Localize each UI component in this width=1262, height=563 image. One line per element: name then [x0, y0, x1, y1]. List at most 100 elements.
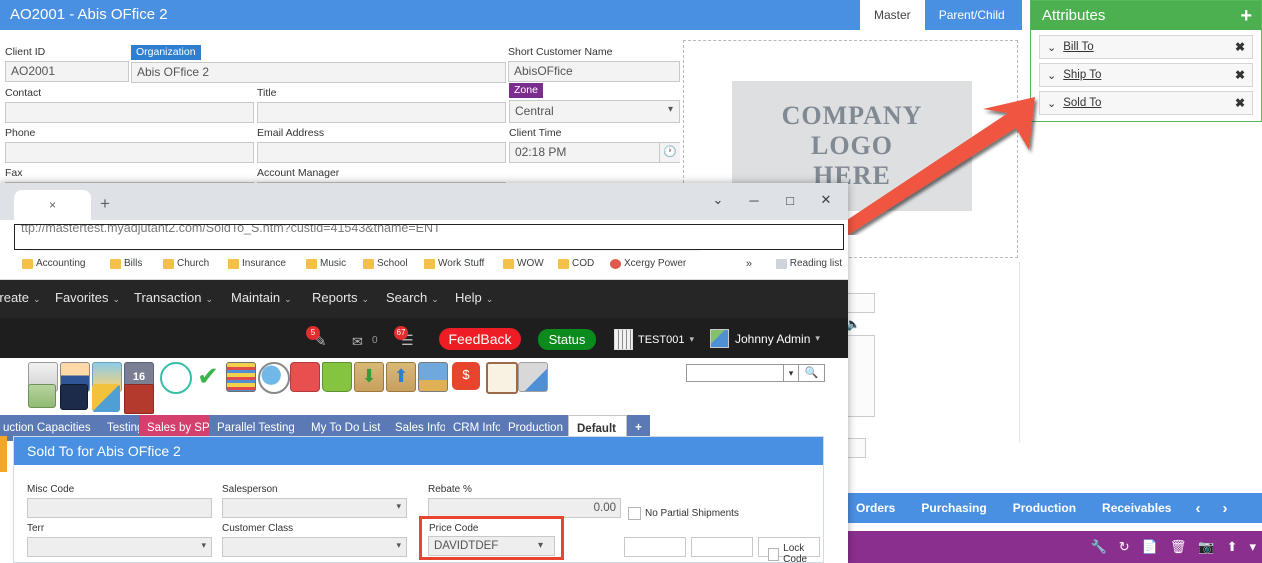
price-code-select[interactable]: DAVIDTDEF — [428, 536, 555, 556]
close-window-button[interactable]: ✕ — [808, 187, 844, 213]
attribute-link-ship-to[interactable]: Ship To — [1063, 69, 1235, 81]
refresh-icon[interactable]: ↻ — [1113, 539, 1136, 555]
phone-input[interactable] — [5, 142, 254, 163]
upload-outbox-icon[interactable]: ⬆ — [386, 362, 416, 392]
comment-dollar-icon[interactable]: $ — [452, 362, 480, 390]
cash-icon[interactable] — [28, 384, 56, 408]
checkbox-icon[interactable] — [768, 547, 780, 561]
clock-icon[interactable] — [160, 362, 192, 394]
contact-input[interactable] — [5, 102, 254, 123]
camera-icon[interactable]: 📷 — [1192, 539, 1220, 555]
bookmark-school[interactable]: School — [363, 258, 408, 269]
chevron-down-icon[interactable]: ▾ — [784, 364, 799, 382]
menu-reports[interactable]: Reports ⌄ — [312, 290, 369, 305]
attribute-link-bill-to[interactable]: Bill To — [1063, 41, 1235, 53]
wrench-icon[interactable]: 🔧 — [1085, 539, 1113, 555]
trash-icon[interactable] — [322, 362, 352, 392]
money-screen-icon[interactable] — [418, 362, 448, 392]
rebate-input[interactable]: 0.00 — [428, 498, 621, 518]
abc-input-1[interactable] — [624, 537, 686, 557]
address-bar-overlay[interactable]: ttp://mastertest.myadjutant2.com/SoldTo_… — [14, 224, 844, 250]
tab-search-icon[interactable]: ⌄ — [700, 187, 736, 213]
minimize-button[interactable]: ─ — [736, 187, 772, 213]
ledger-icon[interactable] — [226, 362, 256, 392]
zone-select[interactable]: Central — [509, 100, 680, 123]
bottom-nav-purchasing[interactable]: Purchasing — [908, 501, 999, 515]
bookmark-music[interactable]: Music — [306, 258, 346, 269]
attribute-row-sold-to[interactable]: ⌄ Sold To ✖ — [1039, 91, 1253, 115]
chevron-right-icon[interactable]: › — [1211, 500, 1238, 517]
bookmark-work-stuff[interactable]: Work Stuff — [424, 258, 484, 269]
reading-list-button[interactable]: Reading list — [775, 258, 842, 269]
salesperson-select[interactable] — [222, 498, 407, 518]
search-globe-icon[interactable] — [258, 362, 290, 394]
chevron-down-icon[interactable]: ⌄ — [1047, 97, 1056, 110]
menu-help[interactable]: Help ⌄ — [455, 290, 493, 305]
download-inbox-icon[interactable]: ⬇ — [354, 362, 384, 392]
clipboard-icon[interactable] — [486, 362, 518, 394]
chevron-down-icon[interactable]: ▾ — [1243, 539, 1262, 555]
browser-tab[interactable]: × — [14, 190, 91, 220]
bookmark-bills[interactable]: Bills — [110, 258, 142, 269]
title-input[interactable] — [257, 102, 506, 123]
trash-icon[interactable]: 🗑 — [1164, 539, 1193, 555]
terr-select[interactable] — [27, 537, 212, 557]
client-time-input[interactable]: 02:18 PM — [509, 142, 680, 163]
menu-favorites[interactable]: Favorites ⌄ — [55, 290, 120, 305]
attribute-row-bill-to[interactable]: ⌄ Bill To ✖ — [1039, 35, 1253, 59]
truck-icon[interactable] — [290, 362, 320, 392]
package-icon[interactable] — [124, 384, 154, 414]
chevron-left-icon[interactable]: ‹ — [1184, 500, 1211, 517]
add-attribute-button[interactable]: + — [1240, 6, 1252, 26]
upload-icon[interactable]: ⬆ — [1221, 539, 1244, 555]
bottom-nav-production[interactable]: Production — [1000, 501, 1089, 515]
remove-attribute-icon[interactable]: ✖ — [1235, 96, 1245, 110]
organization-input[interactable]: Abis OFfice 2 — [131, 62, 506, 83]
bookmarks-overflow-icon[interactable]: » — [746, 258, 752, 270]
user-menu[interactable]: Johnny Admin ▾ — [710, 329, 820, 348]
bookmark-church[interactable]: Church — [163, 258, 209, 269]
bookmark-cod[interactable]: COD — [558, 258, 594, 269]
clock-icon[interactable]: 🕐 — [659, 142, 680, 163]
remove-attribute-icon[interactable]: ✖ — [1235, 68, 1245, 82]
email-address-input[interactable] — [257, 142, 506, 163]
short-customer-name-input[interactable]: AbisOFfice — [508, 61, 680, 82]
menu-create[interactable]: Create⌄ — [0, 290, 41, 305]
globe-thermo-icon[interactable] — [60, 384, 88, 410]
bottom-nav-orders[interactable]: Orders — [843, 501, 908, 515]
chevron-down-icon[interactable]: ⌄ — [1047, 41, 1056, 54]
maximize-button[interactable]: □ — [772, 187, 808, 213]
company-selector[interactable]: TEST001 ▾ — [614, 329, 694, 350]
bottom-nav-receivables[interactable]: Receivables — [1089, 501, 1184, 515]
new-tab-button[interactable]: + — [100, 195, 110, 212]
tab-master[interactable]: Master — [860, 0, 925, 30]
swap-icon[interactable] — [92, 384, 120, 412]
attribute-link-sold-to[interactable]: Sold To — [1063, 97, 1235, 109]
bookmark-xcergy-power[interactable]: Xcergy Power — [610, 258, 686, 269]
check-icon[interactable]: ✔ — [194, 362, 222, 390]
menu-search[interactable]: Search ⌄ — [386, 290, 439, 305]
search-icon[interactable]: 🔍 — [799, 364, 825, 382]
client-id-input[interactable]: AO2001 — [5, 61, 129, 82]
bookmark-accounting[interactable]: Accounting — [22, 258, 85, 269]
copy-icon[interactable]: 📄 — [1136, 539, 1164, 555]
menu-maintain[interactable]: Maintain ⌄ — [231, 290, 292, 305]
feedback-button[interactable]: FeedBack — [439, 328, 521, 350]
misc-code-input[interactable] — [27, 498, 212, 518]
customer-class-select[interactable] — [222, 537, 407, 557]
chevron-down-icon[interactable]: ⌄ — [1047, 69, 1056, 82]
menu-transaction[interactable]: Transaction ⌄ — [134, 290, 213, 305]
status-button[interactable]: Status — [538, 329, 596, 350]
close-icon[interactable]: × — [49, 198, 56, 212]
mail-icon[interactable]: ✉ — [352, 334, 363, 350]
attribute-row-ship-to[interactable]: ⌄ Ship To ✖ — [1039, 63, 1253, 87]
checkbox-lock-code[interactable]: Lock Code — [768, 543, 823, 563]
search-input[interactable] — [686, 364, 784, 382]
pencil-note-icon[interactable] — [518, 362, 548, 392]
bookmark-wow[interactable]: WOW — [503, 258, 544, 269]
tab-parent-child[interactable]: Parent/Child — [924, 0, 1019, 30]
remove-attribute-icon[interactable]: ✖ — [1235, 40, 1245, 54]
checkbox-icon[interactable] — [628, 507, 641, 520]
abc-input-2[interactable] — [691, 537, 753, 557]
checkbox-no-partial-shipments[interactable]: No Partial Shipments — [628, 507, 739, 520]
